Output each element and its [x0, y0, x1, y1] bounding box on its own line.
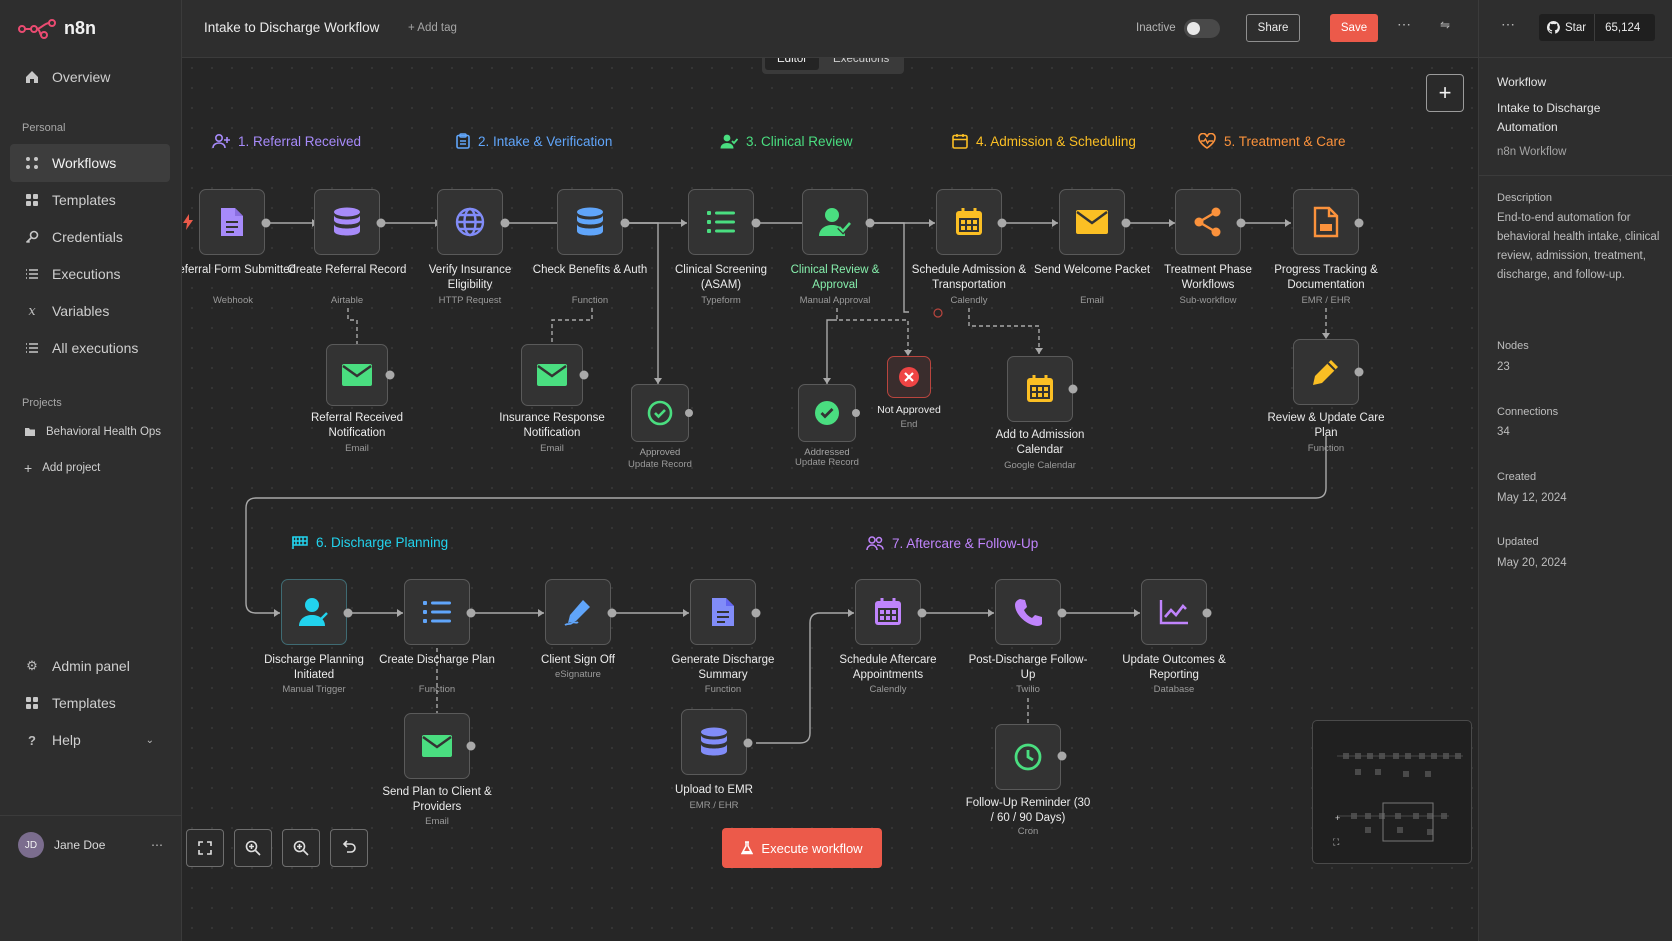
- minimap-preview: + ⛶: [1332, 753, 1463, 847]
- connections-label: Connections: [1497, 406, 1559, 418]
- folder-icon: [25, 428, 35, 436]
- nav-help-label: Help: [52, 732, 81, 748]
- key-icon: [24, 229, 40, 245]
- description-label: Description: [1497, 192, 1553, 204]
- node-handles: [261, 218, 1364, 761]
- nav-executions[interactable]: Executions: [10, 255, 170, 293]
- chevron-down-icon: ⌄: [145, 734, 154, 746]
- star-count: 65,124: [1605, 21, 1641, 34]
- n8n-logo-icon: [18, 18, 56, 39]
- app-name: n8n: [64, 18, 97, 38]
- sidebar-divider: [0, 815, 182, 816]
- list-icon: [24, 340, 40, 356]
- more-options-icon[interactable]: ⋯: [1397, 16, 1412, 33]
- undo-icon: [342, 840, 356, 853]
- execute-workflow-button[interactable]: Execute workflow: [722, 828, 882, 868]
- nav-variables[interactable]: 𝑥 Variables: [10, 292, 170, 330]
- nav-templates-bottom[interactable]: Templates: [10, 684, 170, 722]
- workflow-icon: [24, 155, 40, 171]
- user-menu[interactable]: JD Jane Doe ⋯: [18, 832, 164, 858]
- project-item[interactable]: Behavioral Health Ops: [24, 426, 161, 438]
- plus-icon: +: [24, 460, 33, 476]
- app-root: n8n Overview Personal Workflows Template…: [0, 0, 1672, 941]
- nav-help[interactable]: ? Help ⌄: [10, 721, 170, 759]
- help-icon: ?: [28, 732, 36, 748]
- user-name: Jane Doe: [54, 838, 106, 852]
- templates-icon: [24, 695, 40, 711]
- workflow-info-panel: Workflow Intake to Discharge Automation …: [1478, 58, 1672, 941]
- updated-label: Updated: [1497, 536, 1539, 548]
- connections-value: 34: [1497, 426, 1510, 438]
- nav-workflows-label: Workflows: [52, 155, 117, 171]
- zoom-out-button[interactable]: [282, 829, 320, 867]
- active-toggle[interactable]: [1184, 19, 1220, 38]
- share-button[interactable]: Share: [1246, 14, 1300, 42]
- svg-text:⛶: ⛶: [1332, 837, 1340, 847]
- home-icon: [24, 69, 40, 85]
- fit-view-button[interactable]: [186, 829, 224, 867]
- sidebar: n8n Overview Personal Workflows Template…: [0, 0, 182, 941]
- project-item-label: Behavioral Health Ops: [46, 426, 162, 438]
- nav-all-executions[interactable]: All executions: [10, 329, 170, 367]
- active-status-label: Inactive: [1136, 22, 1176, 34]
- panel-divider: [1479, 175, 1672, 176]
- add-tag-button[interactable]: + Add tag: [408, 22, 457, 34]
- github-star-button[interactable]: Star 65,124: [1539, 14, 1655, 41]
- nav-credentials-label: Credentials: [52, 229, 123, 245]
- updated-value: May 20, 2024: [1497, 557, 1567, 569]
- top-bar: Intake to Discharge Workflow + Add tag I…: [182, 0, 1478, 58]
- nav-templates-label: Templates: [52, 192, 116, 208]
- collapse-icon[interactable]: ⇋: [1440, 18, 1450, 32]
- github-icon: [1547, 21, 1560, 34]
- projects-section-label: Projects: [22, 397, 62, 409]
- minimap[interactable]: + ⛶: [1312, 720, 1472, 864]
- logo[interactable]: n8n: [18, 18, 96, 39]
- nodes-value: 23: [1497, 361, 1510, 373]
- user-more-icon[interactable]: ⋯: [151, 838, 164, 852]
- add-project-label: Add project: [42, 462, 101, 474]
- nav-all-executions-label: All executions: [52, 340, 139, 356]
- created-value: May 12, 2024: [1497, 492, 1567, 504]
- nav-templates-bottom-label: Templates: [52, 695, 116, 711]
- right-top-bar: ⋯ Star 65,124: [1478, 0, 1672, 58]
- svg-text:+: +: [1335, 813, 1340, 823]
- execute-workflow-label: Execute workflow: [761, 840, 863, 856]
- nodes-label: Nodes: [1497, 340, 1529, 352]
- nav-workflows[interactable]: Workflows: [10, 144, 170, 182]
- nav-templates[interactable]: Templates: [10, 181, 170, 219]
- workflow-name: Intake to Discharge Automation: [1497, 101, 1601, 134]
- list-icon: [24, 266, 40, 282]
- nav-admin-panel[interactable]: ⚙ Admin panel: [10, 647, 170, 685]
- nav-credentials[interactable]: Credentials: [10, 218, 170, 256]
- zoom-out-icon: [293, 840, 309, 856]
- star-label-group: Star: [1539, 14, 1596, 41]
- workflow-type: n8n Workflow: [1497, 146, 1567, 158]
- nav-admin-panel-label: Admin panel: [52, 658, 130, 674]
- nav-overview-label: Overview: [52, 69, 111, 85]
- personal-section-label: Personal: [22, 122, 66, 134]
- avatar: JD: [18, 832, 44, 858]
- workflow-label: Workflow: [1497, 75, 1547, 89]
- reset-zoom-button[interactable]: [330, 829, 368, 867]
- add-project-button[interactable]: + Add project: [24, 460, 100, 476]
- star-label: Star: [1565, 21, 1587, 34]
- more-menu-icon[interactable]: ⋯: [1501, 16, 1516, 33]
- save-button[interactable]: Save: [1330, 14, 1378, 42]
- expand-icon: [198, 841, 212, 855]
- templates-icon: [24, 192, 40, 208]
- zoom-in-button[interactable]: [234, 829, 272, 867]
- zoom-in-icon: [245, 840, 261, 856]
- gear-icon: ⚙: [26, 658, 38, 673]
- created-label: Created: [1497, 471, 1537, 483]
- nav-overview[interactable]: Overview: [10, 58, 170, 96]
- workflow-canvas[interactable]: Editor Executions + 1. Referral Received…: [182, 58, 1478, 941]
- toggle-knob: [1187, 22, 1200, 35]
- description-text: End-to-end automation for behavioral hea…: [1497, 212, 1660, 281]
- workflow-title[interactable]: Intake to Discharge Workflow: [204, 20, 379, 35]
- flask-icon: [741, 841, 754, 855]
- nav-variables-label: Variables: [52, 303, 110, 319]
- variable-icon: 𝑥: [28, 303, 36, 319]
- nav-executions-label: Executions: [52, 266, 121, 282]
